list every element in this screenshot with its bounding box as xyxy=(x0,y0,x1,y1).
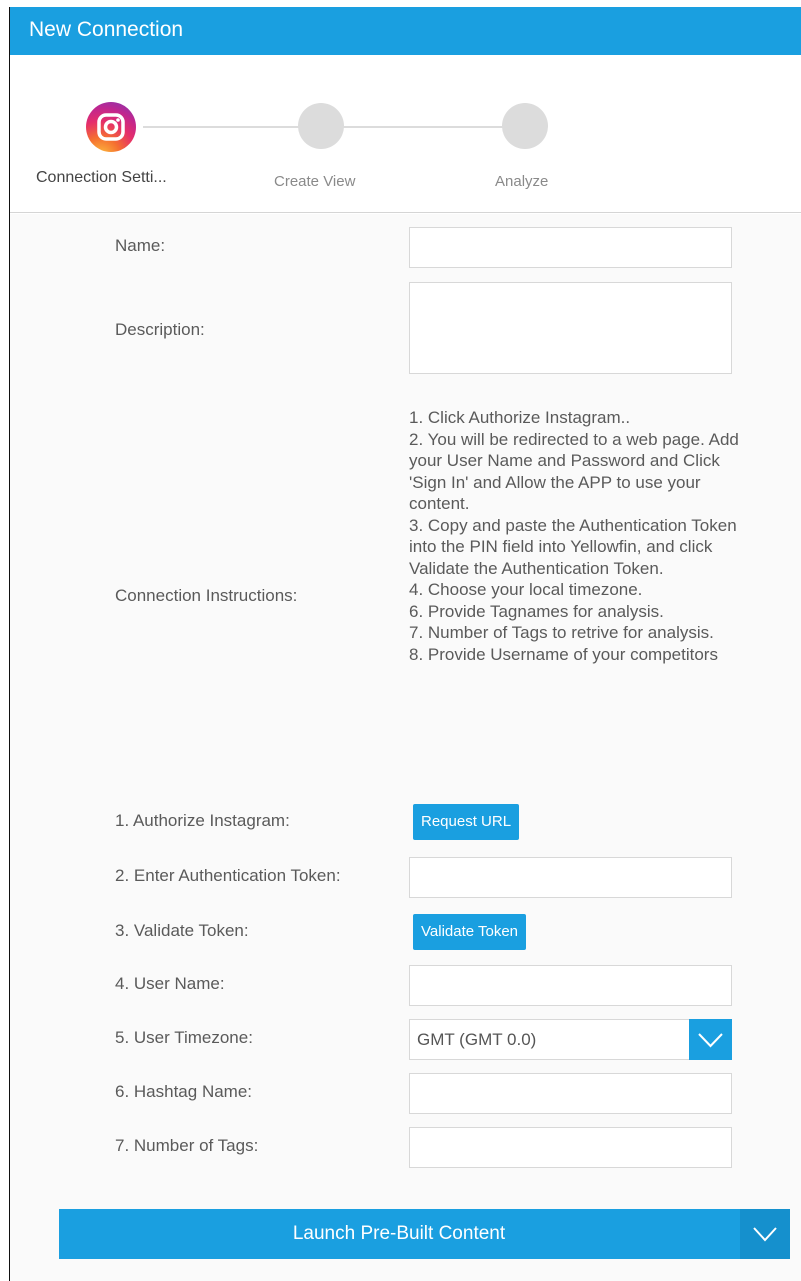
step-circle-analyze[interactable] xyxy=(502,103,548,149)
instruction-step: 1. Click Authorize Instagram.. xyxy=(409,408,631,427)
username-label: 4. User Name: xyxy=(115,974,225,993)
instruction-step: 2. You will be redirected to a web page.… xyxy=(409,429,739,514)
timezone-label: 5. User Timezone: xyxy=(115,1028,253,1047)
request-url-button[interactable]: Request URL xyxy=(413,804,520,840)
timezone-select[interactable]: GMT (GMT 0.0) xyxy=(409,1019,732,1060)
instruction-step: 4. Choose your local timezone. xyxy=(409,580,643,599)
launch-prebuilt-content-button[interactable]: Launch Pre-Built Content xyxy=(59,1209,790,1259)
username-input[interactable] xyxy=(409,965,732,1006)
chevron-down-icon xyxy=(698,1033,723,1048)
description-label: Description: xyxy=(115,320,205,339)
name-label: Name: xyxy=(115,236,166,255)
timezone-dropdown-button[interactable] xyxy=(689,1019,732,1060)
auth-token-input[interactable] xyxy=(409,857,732,898)
validate-label: 3. Validate Token: xyxy=(115,921,249,940)
connection-form: Name: Description: Connection Instructio… xyxy=(10,214,801,1281)
step-progress: Connection Setti... Create View Analyze xyxy=(10,55,801,213)
step-label-create-view[interactable]: Create View xyxy=(274,173,355,190)
launch-label: Launch Pre-Built Content xyxy=(292,1223,506,1244)
instructions-text: 1. Click Authorize Instagram.. 2. You wi… xyxy=(409,407,754,665)
step-connector-2 xyxy=(343,126,523,128)
auth-token-label: 2. Enter Authentication Token: xyxy=(115,866,341,885)
num-tags-input[interactable] xyxy=(409,1127,732,1168)
instruction-step: 6. Provide Tagnames for analysis. xyxy=(409,601,664,621)
chevron-down-icon xyxy=(753,1227,777,1242)
timezone-value: GMT (GMT 0.0) xyxy=(417,1030,537,1049)
instruction-step: 7. Number of Tags to retrive for analysi… xyxy=(409,623,714,642)
dialog-titlebar: New Connection xyxy=(10,7,801,55)
authorize-label: 1. Authorize Instagram: xyxy=(115,811,290,830)
step-label-analyze[interactable]: Analyze xyxy=(495,173,548,190)
connection-dialog: New Connection Connection Setti... Creat… xyxy=(9,7,801,1281)
instruction-step: 3. Copy and paste the Authentication Tok… xyxy=(409,515,737,578)
launch-dropdown-button[interactable] xyxy=(740,1209,790,1259)
name-input[interactable] xyxy=(409,227,732,268)
step-circle-create-view[interactable] xyxy=(298,103,344,149)
hashtag-input[interactable] xyxy=(409,1073,732,1114)
hashtag-label: 6. Hashtag Name: xyxy=(115,1082,253,1101)
instructions-label: Connection Instructions: xyxy=(115,586,298,605)
dialog-title: New Connection xyxy=(29,18,184,41)
step-label-connection-settings[interactable]: Connection Setti... xyxy=(36,169,167,187)
step-connector-1 xyxy=(143,126,323,128)
description-textarea[interactable] xyxy=(409,282,732,374)
instruction-step: 8. Provide Username of your competitors xyxy=(409,644,718,664)
validate-token-button[interactable]: Validate Token xyxy=(413,914,527,950)
num-tags-label: 7. Number of Tags: xyxy=(115,1136,259,1155)
instagram-icon[interactable] xyxy=(86,102,136,152)
